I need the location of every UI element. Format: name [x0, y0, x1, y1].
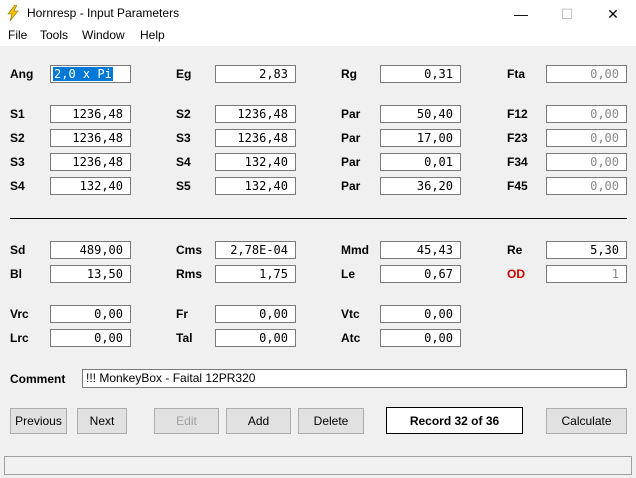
- s4-label: S4: [176, 155, 191, 169]
- eg-field[interactable]: 2,83: [215, 65, 296, 83]
- od-label[interactable]: OD: [507, 267, 525, 281]
- s3-row-field[interactable]: 1236,48: [50, 153, 131, 171]
- le-field[interactable]: 0,67: [380, 265, 461, 283]
- od-field: 1: [546, 265, 627, 283]
- vrc-field[interactable]: 0,00: [50, 305, 131, 323]
- f45-label: F45: [507, 179, 528, 193]
- bl-field[interactable]: 13,50: [50, 265, 131, 283]
- par2-label: Par: [341, 131, 361, 145]
- rg-field[interactable]: 0,31: [380, 65, 461, 83]
- mmd-label: Mmd: [341, 243, 369, 257]
- close-icon: ✕: [607, 5, 619, 22]
- par1-label: Par: [341, 107, 361, 121]
- le-label: Le: [341, 267, 356, 281]
- par4-field[interactable]: 36,20: [380, 177, 461, 195]
- eg-label: Eg: [176, 67, 192, 81]
- fr-label: Fr: [176, 307, 188, 321]
- re-label: Re: [507, 243, 523, 257]
- s3-label: S3: [176, 131, 191, 145]
- section-divider: [10, 218, 627, 219]
- tal-field[interactable]: 0,00: [215, 329, 296, 347]
- s2-row-field[interactable]: 1236,48: [50, 129, 131, 147]
- fta-label: Fta: [507, 67, 525, 81]
- vrc-label: Vrc: [10, 307, 29, 321]
- f34-label: F34: [507, 155, 528, 169]
- next-button[interactable]: Next: [77, 408, 127, 434]
- f12-field: 0,00: [546, 105, 627, 123]
- fr-field[interactable]: 0,00: [215, 305, 296, 323]
- f23-label: F23: [507, 131, 528, 145]
- calculate-button[interactable]: Calculate: [546, 408, 627, 434]
- rms-label: Rms: [176, 267, 203, 281]
- par2-field[interactable]: 17,00: [380, 129, 461, 147]
- edit-button[interactable]: Edit: [154, 408, 219, 434]
- s2-row-label: S2: [10, 131, 25, 145]
- s4-field[interactable]: 132,40: [215, 153, 296, 171]
- maximize-icon: ☐: [560, 5, 574, 22]
- rms-field[interactable]: 1,75: [215, 265, 296, 283]
- window-title: Hornresp - Input Parameters: [27, 6, 180, 20]
- f34-field: 0,00: [546, 153, 627, 171]
- s4-row-label: S4: [10, 179, 25, 193]
- menu-help[interactable]: Help: [140, 28, 165, 42]
- f45-field: 0,00: [546, 177, 627, 195]
- menu-tools[interactable]: Tools: [40, 28, 68, 42]
- s2-field[interactable]: 1236,48: [215, 105, 296, 123]
- comment-field[interactable]: !!! MonkeyBox - Faital 12PR320: [82, 369, 627, 388]
- s5-field[interactable]: 132,40: [215, 177, 296, 195]
- fta-field: 0,00: [546, 65, 627, 83]
- menu-window[interactable]: Window: [82, 28, 125, 42]
- s3-field[interactable]: 1236,48: [215, 129, 296, 147]
- ang-label: Ang: [10, 67, 34, 81]
- par4-label: Par: [341, 179, 361, 193]
- rg-label: Rg: [341, 67, 357, 81]
- vtc-label: Vtc: [341, 307, 360, 321]
- minimize-icon: —: [514, 6, 528, 22]
- delete-button[interactable]: Delete: [298, 408, 364, 434]
- lrc-label: Lrc: [10, 331, 29, 345]
- re-field[interactable]: 5,30: [546, 241, 627, 259]
- atc-field[interactable]: 0,00: [380, 329, 461, 347]
- par3-label: Par: [341, 155, 361, 169]
- lrc-field[interactable]: 0,00: [50, 329, 131, 347]
- record-indicator: Record 32 of 36: [386, 407, 523, 434]
- previous-button[interactable]: Previous: [10, 408, 67, 434]
- s4-row-field[interactable]: 132,40: [50, 177, 131, 195]
- ang-field[interactable]: 2,0 x Pi: [50, 65, 131, 83]
- vtc-field[interactable]: 0,00: [380, 305, 461, 323]
- comment-label: Comment: [10, 372, 66, 386]
- cms-label: Cms: [176, 243, 203, 257]
- hornresp-app-icon: [7, 5, 19, 21]
- s1-field[interactable]: 1236,48: [50, 105, 131, 123]
- tal-label: Tal: [176, 331, 193, 345]
- s5-label: S5: [176, 179, 191, 193]
- f12-label: F12: [507, 107, 528, 121]
- sd-field[interactable]: 489,00: [50, 241, 131, 259]
- sd-label: Sd: [10, 243, 26, 257]
- cms-field[interactable]: 2,78E-04: [215, 241, 296, 259]
- add-button[interactable]: Add: [226, 408, 291, 434]
- ang-value: 2,0 x Pi: [53, 67, 113, 81]
- mmd-field[interactable]: 45,43: [380, 241, 461, 259]
- maximize-button[interactable]: ☐: [544, 0, 590, 28]
- status-bar: [4, 456, 632, 475]
- bl-label: Bl: [10, 267, 22, 281]
- atc-label: Atc: [341, 331, 361, 345]
- s1-label: S1: [10, 107, 25, 121]
- minimize-button[interactable]: —: [498, 0, 544, 28]
- par1-field[interactable]: 50,40: [380, 105, 461, 123]
- par3-field[interactable]: 0,01: [380, 153, 461, 171]
- menu-file[interactable]: File: [8, 28, 27, 42]
- f23-field: 0,00: [546, 129, 627, 147]
- close-button[interactable]: ✕: [590, 0, 636, 28]
- s2-label: S2: [176, 107, 191, 121]
- s3-row-label: S3: [10, 155, 25, 169]
